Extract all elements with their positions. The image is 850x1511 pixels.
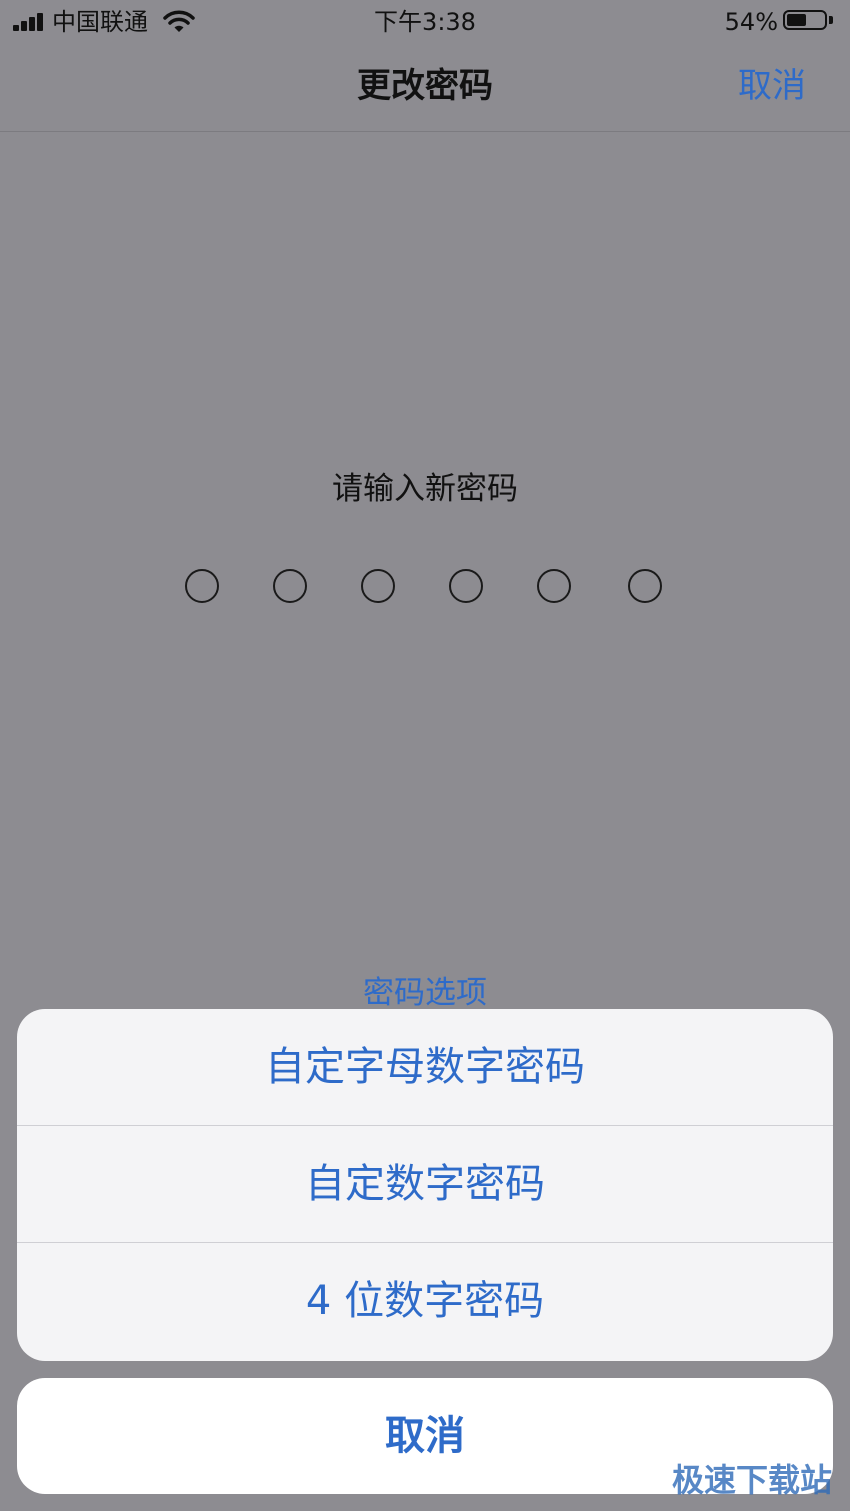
battery-level-fill	[787, 14, 806, 26]
passcode-dot	[273, 569, 307, 603]
page-title: 更改密码	[357, 66, 493, 106]
screen: 中国联通 下午3:38 54% 更改密码 取消 请输入新密码 密码选项 自定字母…	[0, 0, 850, 1511]
battery-icon	[783, 10, 835, 32]
passcode-dot	[361, 569, 395, 603]
action-sheet: 自定字母数字密码 自定数字密码 4 位数字密码	[17, 1009, 833, 1361]
nav-bar: 更改密码 取消	[0, 44, 850, 132]
passcode-dot	[449, 569, 483, 603]
sheet-option-custom-numeric[interactable]: 自定数字密码	[17, 1126, 833, 1242]
status-bar: 中国联通 下午3:38 54%	[0, 0, 850, 44]
watermark-logo: 极速下载站	[671, 1461, 832, 1499]
sheet-option-custom-alphanumeric[interactable]: 自定字母数字密码	[17, 1009, 833, 1125]
passcode-dot	[628, 569, 662, 603]
battery-percent: 54%	[724, 8, 778, 36]
status-time: 下午3:38	[374, 8, 476, 36]
sheet-option-4-digit[interactable]: 4 位数字密码	[17, 1243, 833, 1359]
nav-cancel-button[interactable]: 取消	[738, 62, 806, 110]
passcode-prompt: 请输入新密码	[332, 471, 518, 507]
passcode-dot	[185, 569, 219, 603]
passcode-dot	[537, 569, 571, 603]
passcode-dots	[0, 569, 850, 609]
